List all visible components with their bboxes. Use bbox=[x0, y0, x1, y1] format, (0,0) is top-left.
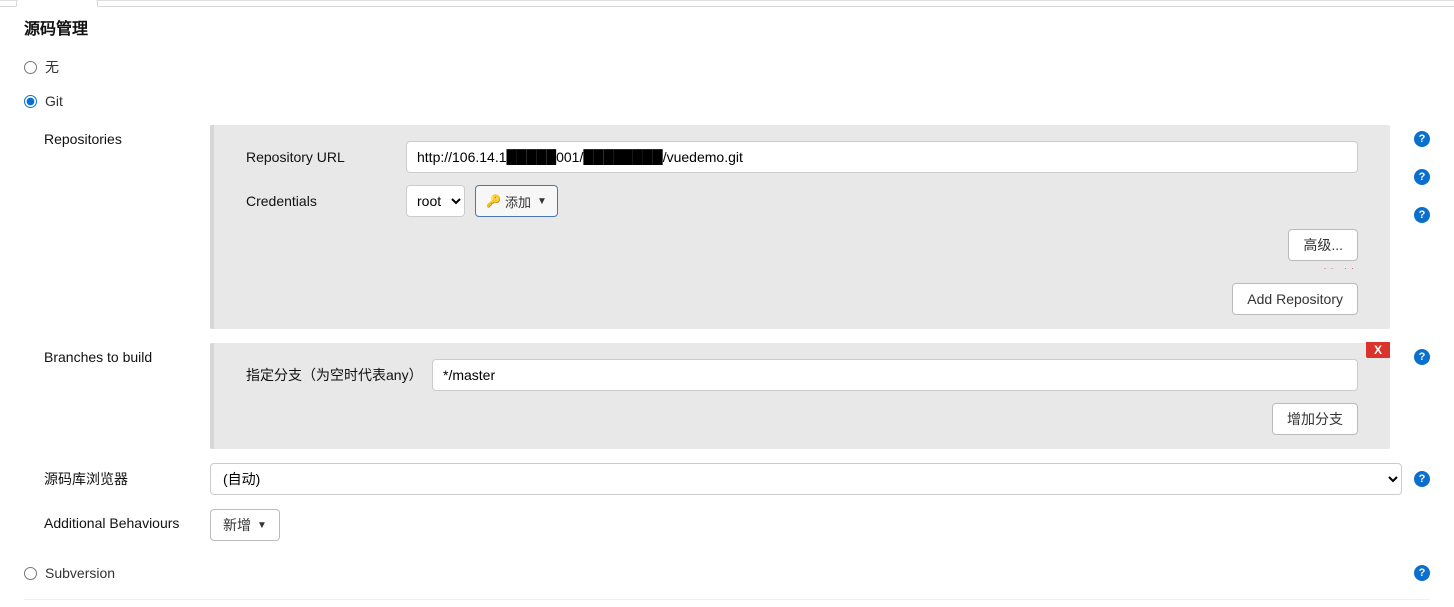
repo-browser-label: 源码库浏览器 bbox=[44, 463, 210, 489]
radio-scm-subversion[interactable] bbox=[24, 567, 37, 580]
radio-scm-none[interactable] bbox=[24, 61, 37, 74]
radio-scm-none-label[interactable]: 无 bbox=[45, 57, 59, 77]
add-credentials-button[interactable]: 🔑 添加 ▼ bbox=[475, 185, 558, 217]
chevron-down-icon: ▼ bbox=[537, 196, 547, 207]
add-repository-button[interactable]: Add Repository bbox=[1232, 283, 1358, 315]
radio-scm-subversion-label[interactable]: Subversion bbox=[45, 565, 115, 581]
decorative-marks: ·· ·· bbox=[1324, 263, 1359, 273]
section-title-scm: 源码管理 bbox=[0, 7, 1454, 49]
repositories-label: Repositories bbox=[44, 125, 210, 147]
repo-url-input[interactable] bbox=[406, 141, 1358, 173]
branches-panel: X 指定分支（为空时代表any） 增加分支 bbox=[210, 343, 1390, 449]
branch-spec-input[interactable] bbox=[432, 359, 1358, 391]
help-icon[interactable]: ? bbox=[1414, 349, 1430, 365]
branches-label: Branches to build bbox=[44, 343, 210, 365]
advanced-button[interactable]: 高级... bbox=[1288, 229, 1358, 261]
add-credentials-label: 添加 bbox=[505, 192, 531, 211]
radio-scm-git-label[interactable]: Git bbox=[45, 93, 63, 109]
help-icon[interactable]: ? bbox=[1414, 131, 1430, 147]
help-icon[interactable]: ? bbox=[1414, 207, 1430, 223]
add-branch-button[interactable]: 增加分支 bbox=[1272, 403, 1358, 435]
repositories-panel: Repository URL Credentials root 🔑 添加 ▼ bbox=[210, 125, 1390, 329]
help-icon[interactable]: ? bbox=[1414, 565, 1430, 581]
radio-scm-git[interactable] bbox=[24, 95, 37, 108]
repo-url-label: Repository URL bbox=[246, 149, 406, 165]
chevron-down-icon: ▼ bbox=[257, 520, 267, 531]
divider bbox=[24, 599, 1430, 600]
remove-branch-button[interactable]: X bbox=[1366, 342, 1390, 358]
credentials-label: Credentials bbox=[246, 193, 406, 209]
key-icon: 🔑 bbox=[486, 194, 501, 208]
credentials-select[interactable]: root bbox=[406, 185, 465, 217]
add-behaviour-label: 新增 bbox=[223, 515, 251, 535]
help-icon[interactable]: ? bbox=[1414, 169, 1430, 185]
add-behaviour-button[interactable]: 新增 ▼ bbox=[210, 509, 280, 541]
additional-behaviours-label: Additional Behaviours bbox=[44, 509, 210, 531]
repo-browser-select[interactable]: (自动) bbox=[210, 463, 1402, 495]
tab-strip bbox=[0, 1, 1454, 7]
help-icon[interactable]: ? bbox=[1414, 471, 1430, 487]
branch-spec-label: 指定分支（为空时代表any） bbox=[246, 365, 432, 385]
